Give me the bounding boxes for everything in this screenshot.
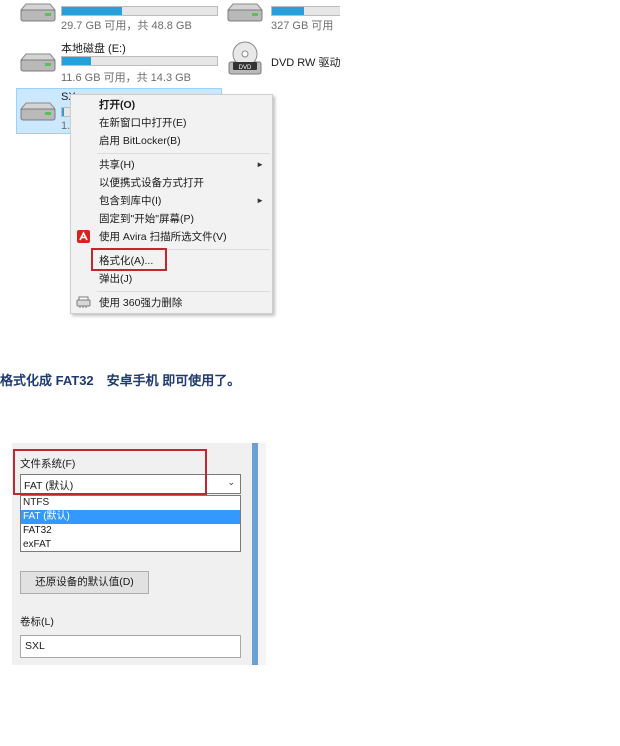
menu-item-share[interactable]: 共享(H) ► — [71, 156, 272, 174]
drive-size: 29.7 GB 可用，共 48.8 GB — [61, 20, 192, 32]
volume-label-label: 卷标(L) — [20, 616, 54, 628]
dialog-background-edge — [258, 443, 266, 665]
drive-name[interactable]: 本地磁盘 (E:) — [61, 40, 126, 56]
drive-usage-bar — [61, 56, 218, 66]
submenu-arrow-icon: ► — [256, 160, 264, 169]
avira-icon — [77, 230, 90, 243]
menu-item-avira-scan[interactable]: 使用 Avira 扫描所选文件(V) — [71, 228, 272, 246]
usb-drive-icon — [19, 102, 57, 121]
drive-name[interactable]: DVD RW 驱动器 — [271, 54, 340, 70]
volume-label-value: SXL — [25, 640, 45, 652]
menu-item-eject[interactable]: 弹出(J) — [71, 270, 272, 288]
drive-usage-bar — [271, 6, 340, 16]
filesystem-option[interactable]: exFAT — [21, 538, 240, 552]
menu-separator — [97, 153, 270, 154]
menu-separator — [97, 291, 270, 292]
filesystem-option[interactable]: NTFS — [21, 496, 240, 510]
context-menu: 打开(O) 在新窗口中打开(E) 启用 BitLocker(B) 共享(H) ► … — [70, 94, 273, 314]
hard-drive-icon — [19, 53, 57, 72]
submenu-arrow-icon: ► — [256, 196, 264, 205]
menu-item-360-shred[interactable]: 使用 360强力删除 — [71, 294, 272, 312]
menu-item-include-in-library[interactable]: 包含到库中(I) ► — [71, 192, 272, 210]
filesystem-dropdown: NTFS FAT (默认) FAT32 exFAT — [20, 495, 241, 552]
filesystem-option[interactable]: FAT (默认) — [21, 510, 240, 524]
drive-size: 11.6 GB 可用，共 14.3 GB — [61, 72, 192, 84]
menu-item-open-as-portable[interactable]: 以便携式设备方式打开 — [71, 174, 272, 192]
filesystem-option[interactable]: FAT32 — [21, 524, 240, 538]
menu-item-bitlocker[interactable]: 启用 BitLocker(B) — [71, 132, 272, 150]
dvd-badge: DVD — [239, 65, 252, 71]
volume-label-input[interactable]: SXL — [20, 635, 241, 658]
format-highlight-box — [91, 248, 167, 271]
drive-size: 327 GB 可用 — [271, 20, 334, 32]
hard-drive-icon — [226, 3, 264, 22]
restore-defaults-button[interactable]: 还原设备的默认值(D) — [20, 571, 149, 594]
drive-size: 1. — [61, 120, 71, 132]
shredder-icon — [76, 296, 91, 308]
instruction-caption: 格式化成 FAT32 安卓手机 即可使用了。 — [0, 373, 241, 388]
dvd-drive-icon: DVD — [228, 41, 262, 75]
drive-usage-bar — [61, 6, 218, 16]
chevron-down-icon: ⌄ — [227, 477, 235, 487]
hard-drive-icon — [19, 3, 57, 22]
menu-item-pin-to-start[interactable]: 固定到"开始"屏幕(P) — [71, 210, 272, 228]
filesystem-highlight-box — [13, 449, 207, 495]
menu-item-open[interactable]: 打开(O) — [71, 96, 272, 114]
menu-item-open-new-window[interactable]: 在新窗口中打开(E) — [71, 114, 272, 132]
